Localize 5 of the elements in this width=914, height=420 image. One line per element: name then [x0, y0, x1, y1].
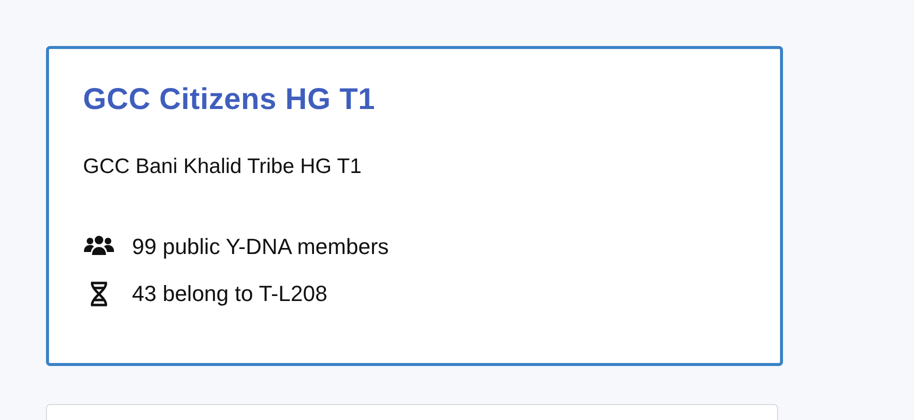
card-description: GCC Bani Khalid Tribe HG T1 — [83, 155, 363, 179]
stat-text: 43 belong to T-L208 — [132, 281, 328, 307]
card-title: GCC Citizens HG T1 — [83, 83, 376, 117]
card[interactable]: GCC Citizens HG T1 GCC Bani Khalid Tribe HG T1 99 public Y-DNA members 43 belong to T-L208 — [46, 46, 783, 366]
stat-text: 99 public Y-DNA members — [132, 234, 389, 260]
